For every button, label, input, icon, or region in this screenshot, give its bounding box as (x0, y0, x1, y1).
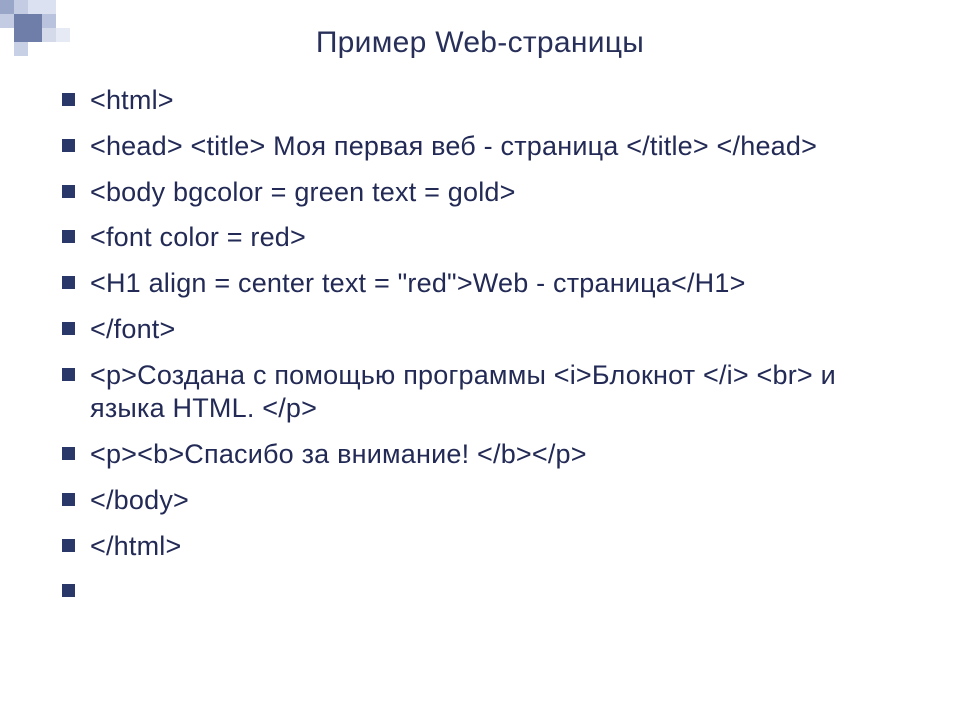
code-list: <html> <head> <title> Моя первая веб - с… (48, 78, 912, 599)
list-item: </body> (62, 478, 912, 524)
list-item: <html> (62, 78, 912, 124)
list-item: </html> (62, 524, 912, 570)
list-item: <body bgcolor = green text = gold> (62, 170, 912, 216)
list-item: <p><b>Спасибо за внимание! </b></p> (62, 432, 912, 478)
slide-title: Пример Web-страницы (48, 26, 912, 60)
list-item: <H1 align = center text = "red">Web - ст… (62, 261, 912, 307)
list-item: </font> (62, 307, 912, 353)
list-item: <head> <title> Моя первая веб - страница… (62, 124, 912, 170)
slide: Пример Web-страницы <html> <head> <title… (0, 0, 960, 720)
list-item: <p>Создана с помощью программы <i>Блокно… (62, 353, 912, 433)
list-item: <font color = red> (62, 215, 912, 261)
list-item (62, 569, 912, 599)
